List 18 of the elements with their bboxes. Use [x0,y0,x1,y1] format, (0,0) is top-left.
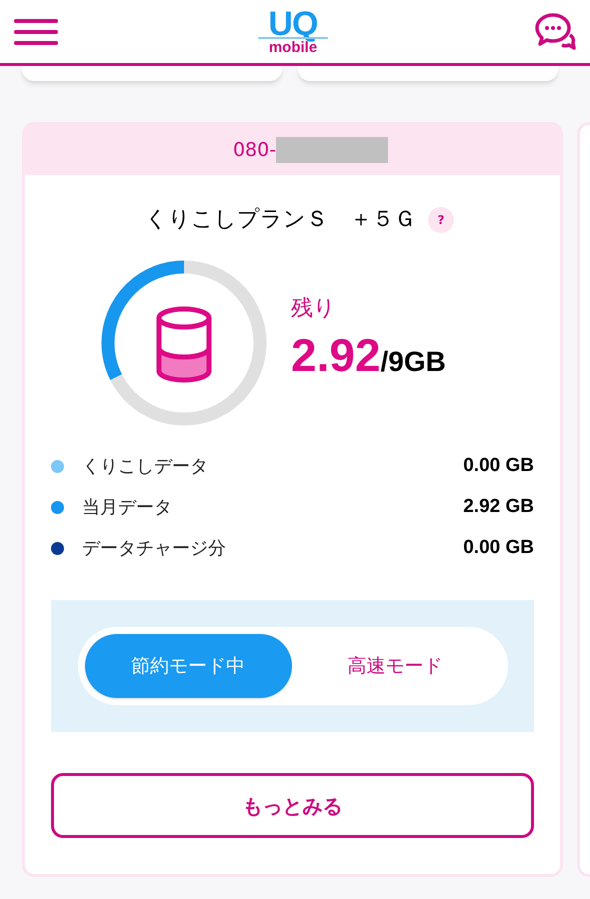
data-amount: 2.92 GB [463,494,534,519]
more-button[interactable]: もっとみる [51,773,534,838]
remaining-amount: 2.92 [291,328,381,383]
chat-icon[interactable] [534,12,576,52]
plan-name: くりこしプランＳ ＋５Ｇ [145,206,416,234]
data-label: データチャージ分 [82,536,226,560]
database-icon [156,306,212,382]
mode-tab[interactable]: 節約モード中 [84,634,292,698]
menu-icon[interactable] [14,18,58,46]
data-label: くりこしデータ [82,454,208,478]
total-amount: /9GB [380,345,446,379]
data-amount: 0.00 GB [463,454,534,478]
data-amount: 0.00 GB [463,536,534,560]
logo[interactable]: UQ mobile [258,7,328,56]
remaining-label: 残り [291,295,337,323]
help-button[interactable]: ? [428,206,454,232]
phone-number: 080- [232,138,276,163]
data-label: 当月データ [82,496,172,520]
